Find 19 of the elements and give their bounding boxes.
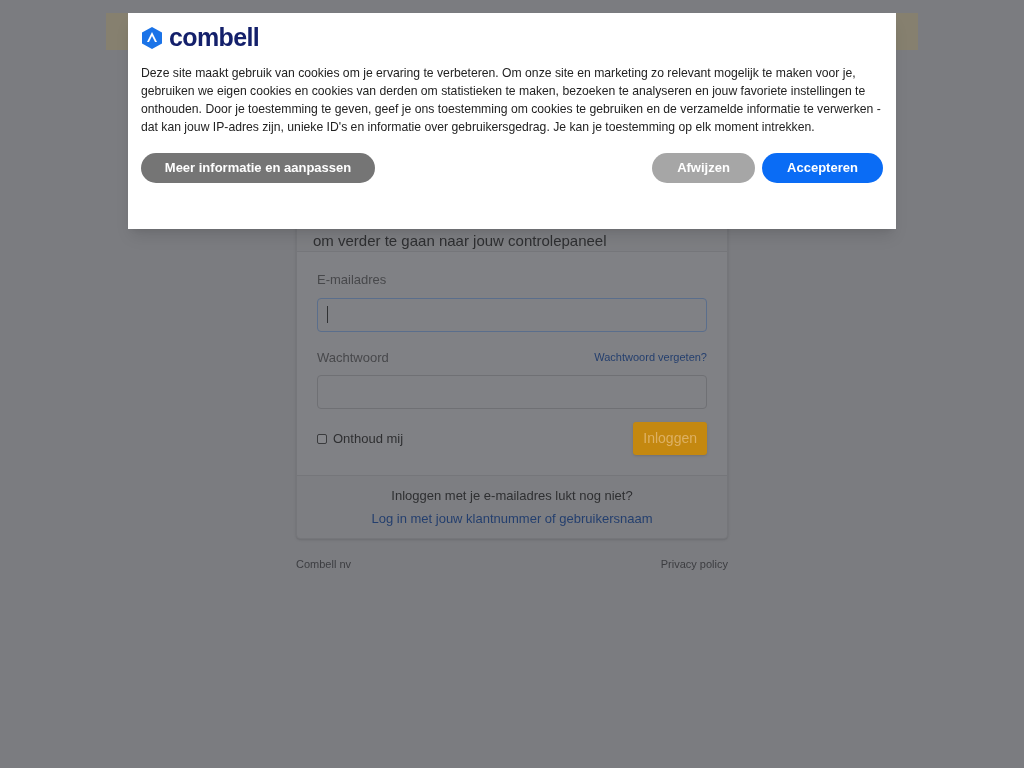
help-text: Inloggen met je e-mailadres lukt nog niet?	[391, 487, 633, 505]
brand-name: combell	[169, 25, 260, 50]
company-name: Combell nv	[296, 557, 352, 572]
more-info-button[interactable]: Meer informatie en aanpassen	[141, 153, 375, 183]
email-field[interactable]	[317, 297, 707, 332]
cookie-message: Deze site maakt gebruik van cookies om je ervaring te verbeteren. Om onze site en marketing zo relevant mogelijk te maken voor je, gebruiken we eigen cookies en cookies van derden om statistieken te maken, bezoeken te analyseren en jouw favoriete instellingen te onthouden. Door je toestemming te geven, geef je ons toestemming om cookies te gebruiken en de verzamelde informatie te verwerken - dat kan jouw IP-adres zijn, unieke ID's en informatie over gebruikersgedrag. Je kan je toestemming op elk moment intrekken.	[141, 65, 882, 136]
checkbox-box[interactable]	[317, 433, 327, 444]
login-button[interactable]: Inloggen	[633, 422, 707, 455]
remember-checkbox[interactable]: Onthoud mij	[317, 428, 404, 449]
field-label: Wachtwoord	[317, 348, 389, 367]
privacy-link[interactable]: Privacy policy	[660, 556, 728, 573]
accept-button[interactable]: Accepteren	[762, 153, 883, 183]
field-label: E-mailadres	[317, 271, 388, 289]
reject-button[interactable]: Afwijzen	[652, 153, 755, 183]
card-subtitle: om verder te gaan naar jouw controlepaneel	[313, 231, 608, 251]
alternative-login-link[interactable]: Log in met jouw klantnummer of gebruikersnaam	[371, 508, 653, 528]
forgot-password-link[interactable]: Wachtwoord vergeten?	[594, 349, 707, 366]
logo-icon	[141, 25, 163, 50]
text-cursor	[327, 306, 328, 323]
